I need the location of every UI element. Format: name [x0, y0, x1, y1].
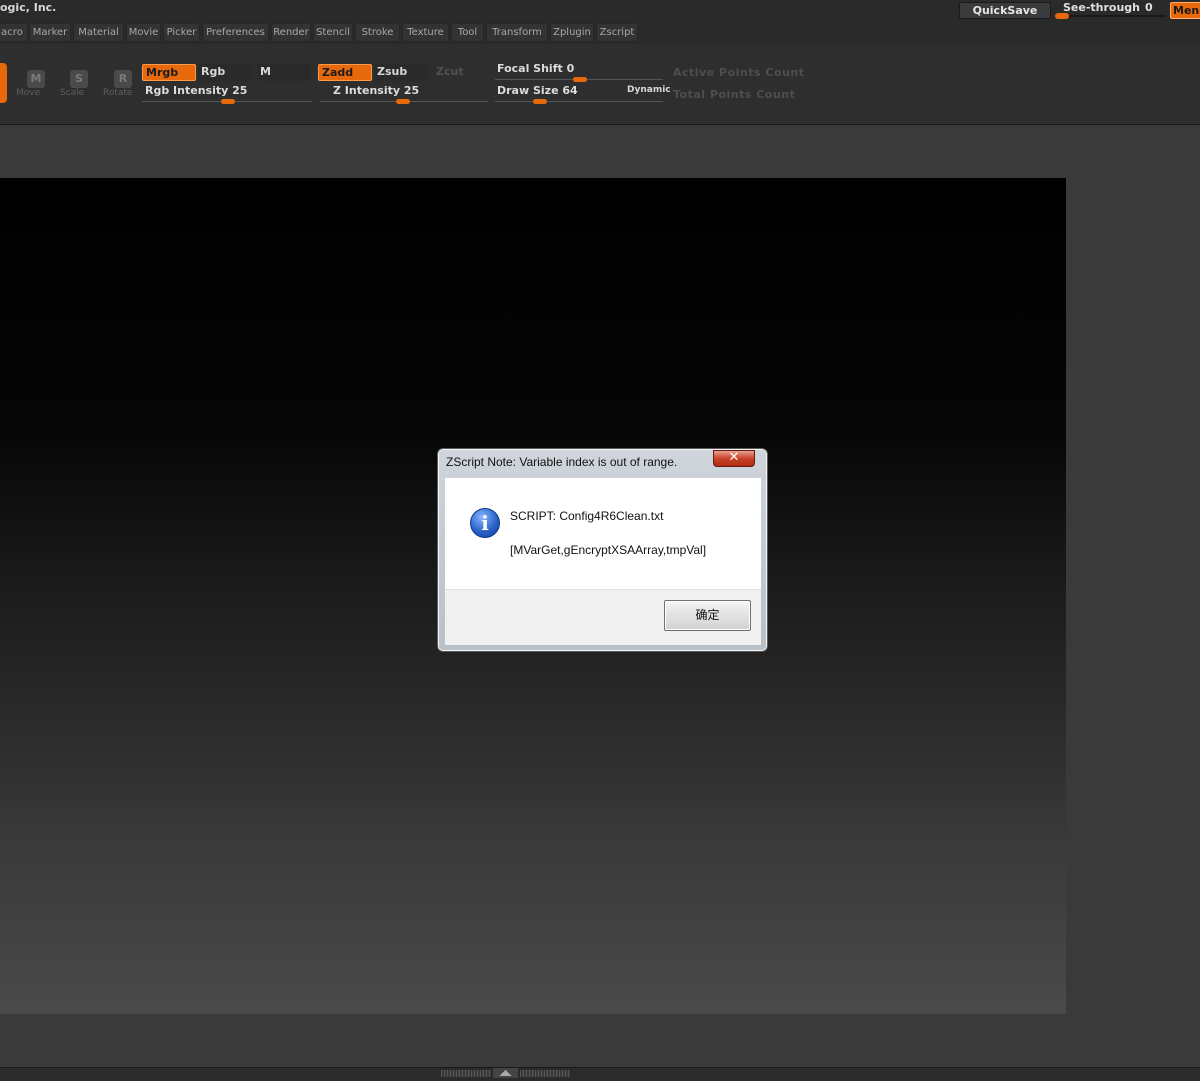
mrgb-button[interactable]: Mrgb	[142, 64, 196, 81]
draw-button[interactable]	[0, 63, 7, 103]
menu-picker[interactable]: Picker	[163, 23, 200, 42]
quicksave-button[interactable]: QuickSave	[959, 2, 1051, 19]
z-intensity-handle[interactable]	[396, 99, 410, 104]
menu-stencil[interactable]: Stencil	[313, 23, 353, 42]
seethrough-slider-label: See-through	[1063, 1, 1141, 14]
ok-button[interactable]: 确定	[664, 600, 751, 631]
info-icon: i	[470, 508, 500, 538]
menu-tool[interactable]: Tool	[451, 23, 484, 42]
dynamic-toggle[interactable]: Dynamic	[627, 85, 671, 95]
app-title: ogic, Inc.	[0, 1, 57, 14]
bottom-bar	[0, 1067, 1200, 1081]
focal-shift-handle[interactable]	[573, 77, 587, 82]
menu-zplugin[interactable]: Zplugin	[550, 23, 594, 42]
menu-texture[interactable]: Texture	[402, 23, 449, 42]
menu-zscript[interactable]: Zscript	[596, 23, 638, 42]
menu-macro[interactable]: acro	[0, 23, 28, 42]
zsub-button[interactable]: Zsub	[374, 64, 428, 81]
dialog-script-text: SCRIPT: Config4R6Clean.txt	[510, 509, 664, 523]
move-icon[interactable]: M	[27, 70, 45, 88]
bottom-right-grip[interactable]	[520, 1070, 570, 1077]
z-intensity-label: Z Intensity 25	[333, 84, 420, 97]
dialog-detail-text: [MVarGet,gEncryptXSAArray,tmpVal]	[510, 543, 707, 557]
rotate-label: Rotate	[103, 88, 133, 98]
close-icon[interactable]: ✕	[713, 450, 755, 467]
menu-transform[interactable]: Transform	[486, 23, 548, 42]
draw-size-track[interactable]	[495, 101, 663, 102]
focal-shift-label: Focal Shift 0	[497, 62, 575, 75]
bottom-left-grip[interactable]	[441, 1070, 491, 1077]
menu-stroke[interactable]: Stroke	[355, 23, 400, 42]
menu-marker[interactable]: Marker	[29, 23, 71, 42]
draw-size-label: Draw Size 64	[497, 84, 578, 97]
rgb-intensity-label: Rgb Intensity 25	[145, 84, 248, 97]
m-button[interactable]: M	[257, 64, 311, 81]
seethrough-value: 0	[1145, 1, 1153, 14]
zcut-button[interactable]: Zcut	[433, 64, 473, 81]
rgb-button[interactable]: Rgb	[198, 64, 252, 81]
menu-material[interactable]: Material	[73, 23, 124, 42]
tray-toggle-icon[interactable]: ◢◣	[493, 1068, 518, 1078]
move-label: Move	[16, 88, 41, 98]
active-points-count: Active Points Count	[673, 66, 805, 79]
menu-preferences[interactable]: Preferences	[202, 23, 269, 42]
rotate-icon[interactable]: R	[114, 70, 132, 88]
rgb-intensity-handle[interactable]	[221, 99, 235, 104]
menus-button[interactable]: Menus	[1170, 2, 1200, 19]
scale-label: Scale	[60, 88, 85, 98]
scale-icon[interactable]: S	[70, 70, 88, 88]
seethrough-slider-track[interactable]	[1058, 15, 1166, 17]
dialog-title: ZScript Note: Variable index is out of r…	[446, 455, 678, 469]
seethrough-slider-handle[interactable]	[1055, 13, 1069, 19]
menu-render[interactable]: Render	[271, 23, 311, 42]
zadd-button[interactable]: Zadd	[318, 64, 372, 81]
menu-movie[interactable]: Movie	[126, 23, 161, 42]
draw-size-handle[interactable]	[533, 99, 547, 104]
total-points-count: Total Points Count	[673, 88, 796, 101]
